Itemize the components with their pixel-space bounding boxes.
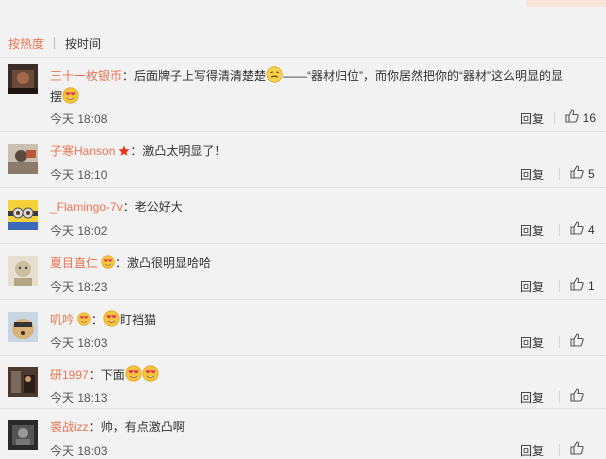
like-button[interactable]: 4	[559, 221, 596, 238]
action-divider	[559, 167, 560, 180]
comment-time: 今天 18:23	[50, 280, 108, 294]
like-count: 5	[588, 166, 595, 181]
avatar[interactable]	[8, 420, 38, 450]
comment-username[interactable]: 叽吟	[50, 313, 74, 327]
comment-text: 老公好大	[134, 200, 183, 214]
comment-text: 帅，有点激凸啊	[100, 420, 185, 434]
top-bar	[0, 0, 606, 8]
action-divider	[559, 390, 560, 403]
like-button[interactable]	[559, 388, 596, 405]
heart-eyes-emoji	[142, 365, 159, 387]
comment-username[interactable]: 裘战izz	[50, 420, 89, 434]
comment-time: 今天 18:08	[50, 112, 108, 126]
like-button[interactable]	[559, 441, 596, 458]
comment-text: 下面	[100, 368, 125, 382]
comment-text: 激凸太明显了！	[142, 144, 227, 158]
action-divider	[553, 111, 555, 124]
comment-username[interactable]: 夏目直仁	[50, 256, 98, 270]
avatar[interactable]	[8, 367, 38, 397]
comment-time: 今天 18:13	[50, 391, 108, 405]
avatar[interactable]	[8, 144, 38, 174]
heart-eyes-emoji	[103, 310, 120, 332]
comment-time: 今天 18:02	[50, 224, 108, 238]
sort-tabs: 按热度 按时间	[8, 33, 101, 53]
comment-text: 盯裆猫	[120, 313, 157, 327]
comment-username[interactable]: 子寒Hanson	[50, 144, 115, 158]
action-divider	[559, 279, 560, 292]
thumbs-up-icon	[570, 333, 584, 350]
heart-eyes-emoji	[125, 365, 142, 387]
like-button[interactable]: 1	[559, 277, 596, 294]
reply-button[interactable]: 回复	[520, 110, 544, 127]
avatar[interactable]	[8, 312, 38, 342]
comment-item: 子寒Hanson ：激凸太明显了！ 今天 18:10 回复 5	[0, 132, 606, 187]
comment-item: 叽吟：盯裆猫 今天 18:03 回复	[0, 300, 606, 355]
avatar[interactable]	[8, 64, 38, 94]
comment-item: 研1997：下面 今天 18:13 回复	[0, 356, 606, 408]
heart-eyes-badge-icon	[77, 312, 91, 331]
reply-button[interactable]: 回复	[520, 389, 544, 406]
like-button[interactable]: 16	[553, 109, 596, 126]
tab-divider	[54, 37, 56, 49]
comment-item: 夏目直仁 ：激凸很明显哈哈 今天 18:23 回复 1	[0, 244, 606, 299]
thumbs-up-icon	[570, 221, 584, 238]
comment-text-continued: ——“器材归位”，而你居然把你的“器材”这么明显的显	[283, 69, 564, 83]
heart-eyes-badge-icon	[101, 255, 115, 274]
comment-username[interactable]: _Flamingo-7v	[50, 200, 123, 214]
thumbs-up-icon	[570, 277, 584, 294]
thumbs-up-icon	[570, 165, 584, 182]
comment-time: 今天 18:10	[50, 168, 108, 182]
avatar[interactable]	[8, 200, 38, 230]
action-divider	[559, 223, 560, 236]
comment-username[interactable]: 三十一枚银币	[50, 69, 122, 83]
like-count: 1	[588, 278, 595, 293]
reply-button[interactable]: 回复	[520, 442, 544, 459]
heart-eyes-emoji	[62, 87, 79, 109]
thumbs-up-icon	[565, 109, 579, 126]
comment-text: 后面牌子上写得清清楚楚	[134, 69, 267, 83]
like-button[interactable]	[559, 333, 596, 350]
tab-sort-by-time[interactable]: 按时间	[65, 35, 101, 52]
like-count: 16	[582, 110, 596, 125]
reply-button[interactable]: 回复	[520, 334, 544, 351]
comment-time: 今天 18:03	[50, 444, 108, 458]
comment-username[interactable]: 研1997	[50, 368, 89, 382]
comment-text-end: 摆	[50, 90, 63, 104]
comment-item: 三十一枚银币：后面牌子上写得清清楚楚 ——“器材归位”，而你居然把你的“器材”这么…	[0, 58, 606, 131]
comment-text: 激凸很明显哈哈	[127, 256, 212, 270]
squint-face-emoji	[266, 66, 283, 88]
thumbs-up-icon	[570, 441, 584, 458]
comment-item: _Flamingo-7v：老公好大 今天 18:02 回复 4	[0, 188, 606, 243]
thumbs-up-icon	[570, 388, 584, 405]
reply-button[interactable]: 回复	[520, 278, 544, 295]
top-right-decoration	[526, 0, 606, 7]
avatar[interactable]	[8, 256, 38, 286]
action-divider	[559, 443, 560, 456]
reply-button[interactable]: 回复	[520, 166, 544, 183]
tab-sort-by-hot[interactable]: 按热度	[8, 35, 44, 52]
like-count: 4	[588, 222, 595, 237]
action-divider	[559, 335, 560, 348]
like-button[interactable]: 5	[559, 165, 596, 182]
comment-item: 裘战izz：帅，有点激凸啊 今天 18:03 回复	[0, 409, 606, 459]
star-badge-icon	[118, 144, 130, 162]
comment-time: 今天 18:03	[50, 336, 108, 350]
reply-button[interactable]: 回复	[520, 222, 544, 239]
